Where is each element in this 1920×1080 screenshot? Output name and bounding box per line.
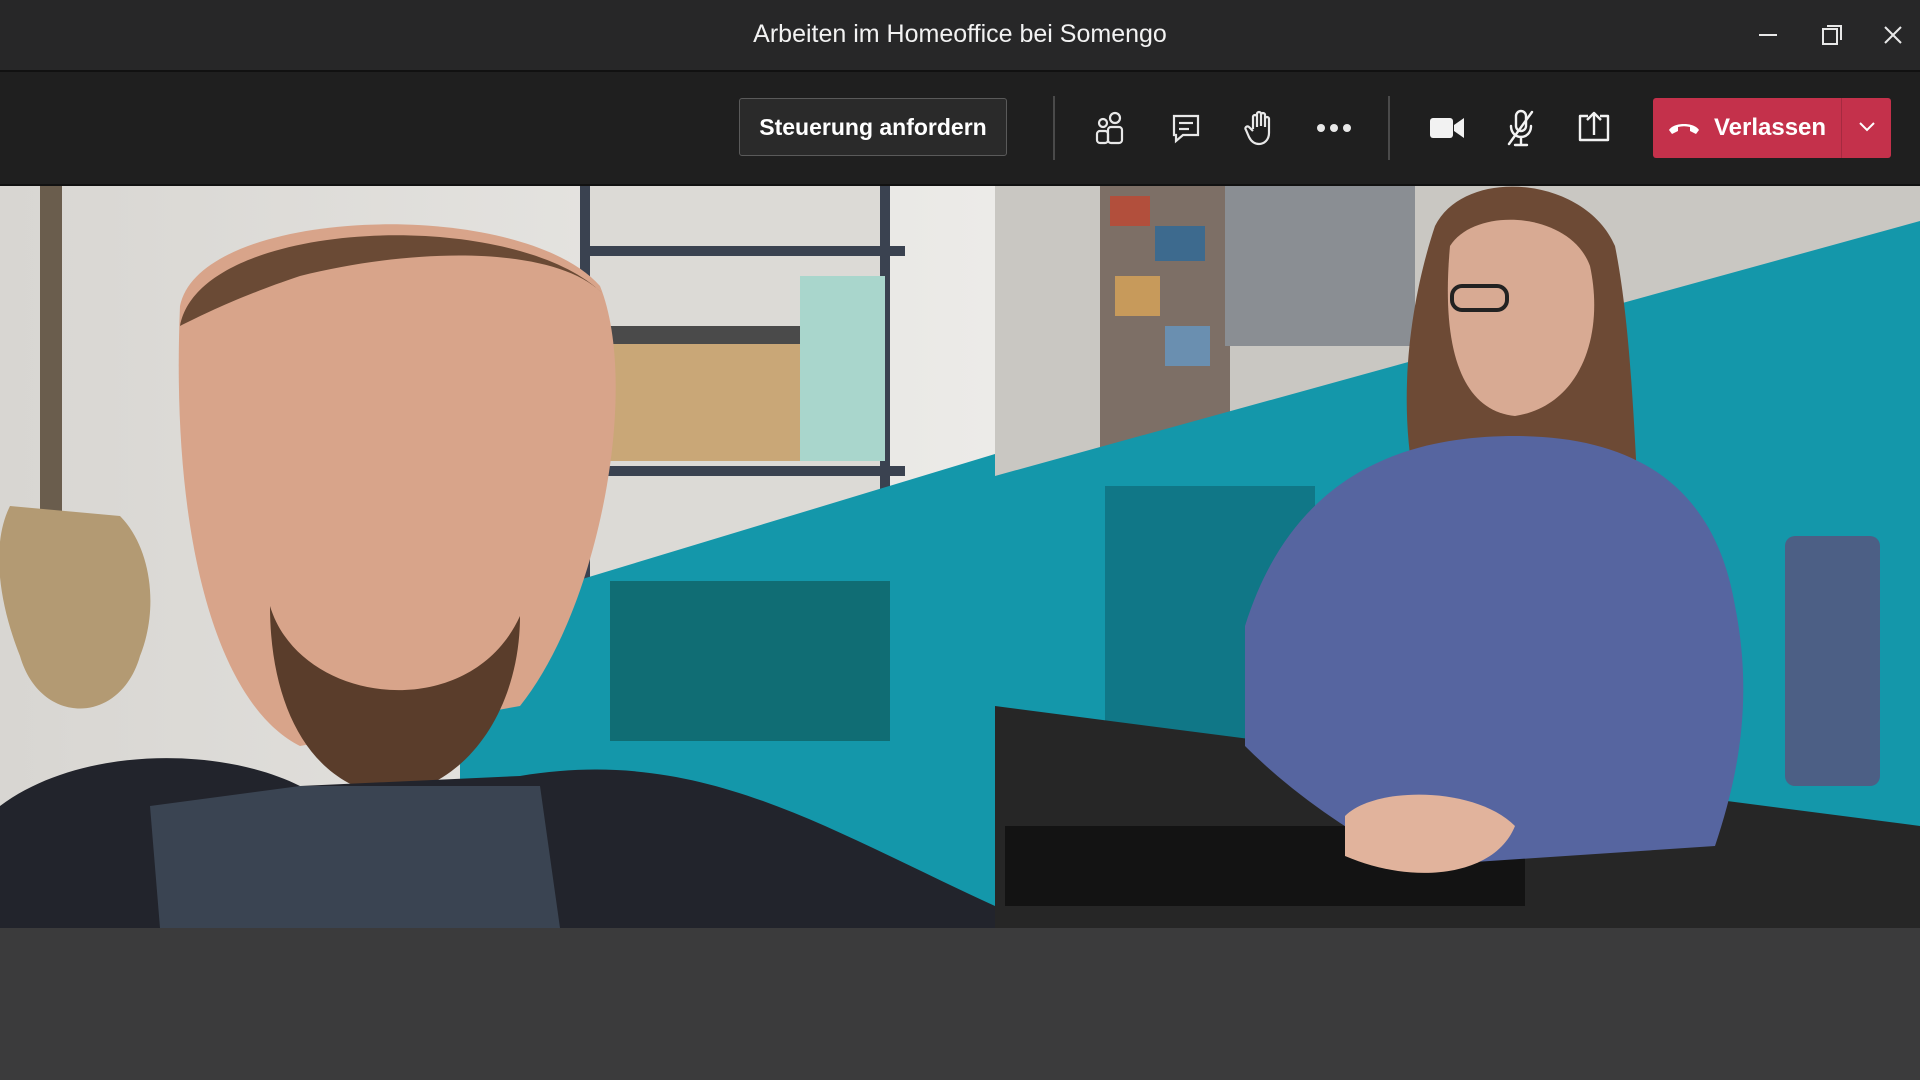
participant-1-video xyxy=(0,186,995,928)
raise-hand-icon[interactable] xyxy=(1232,100,1288,156)
leave-button-group: Verlassen xyxy=(1653,98,1891,158)
participant-2-video xyxy=(995,186,1920,928)
title-bar: Arbeiten im Homeoffice bei Somengo xyxy=(0,0,1920,72)
camera-icon[interactable] xyxy=(1419,100,1475,156)
toolbar-divider xyxy=(1388,96,1390,160)
participants-icon[interactable] xyxy=(1082,100,1138,156)
leave-button[interactable]: Verlassen xyxy=(1653,98,1841,158)
share-screen-icon[interactable] xyxy=(1566,100,1622,156)
chevron-down-icon xyxy=(1858,119,1876,137)
hang-up-icon xyxy=(1668,114,1700,142)
minimize-icon[interactable] xyxy=(1746,14,1790,56)
chat-icon[interactable] xyxy=(1158,100,1214,156)
request-control-button[interactable]: Steuerung anfordern xyxy=(739,98,1007,156)
video-stage xyxy=(0,186,1920,928)
more-options-icon[interactable] xyxy=(1306,100,1362,156)
mic-off-icon[interactable] xyxy=(1493,100,1549,156)
toolbar-divider xyxy=(1053,96,1055,160)
window-title: Arbeiten im Homeoffice bei Somengo xyxy=(753,20,1167,48)
leave-dropdown-button[interactable] xyxy=(1842,98,1891,158)
close-icon[interactable] xyxy=(1871,14,1915,56)
leave-label: Verlassen xyxy=(1713,114,1827,141)
meeting-toolbar: Steuerung anfordern Verlassen xyxy=(0,72,1920,187)
video-tile-participant-1[interactable] xyxy=(0,186,995,928)
restore-icon[interactable] xyxy=(1810,14,1854,56)
video-tile-participant-2[interactable] xyxy=(995,186,1920,928)
